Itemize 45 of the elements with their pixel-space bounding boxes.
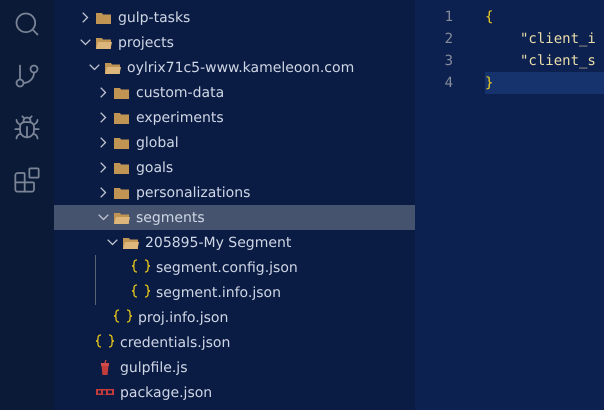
code-line: { [485,8,494,27]
folder-icon [114,136,130,150]
open-folder-icon [105,60,121,74]
tree-item[interactable]: segment.config.json [54,255,415,280]
tree-item[interactable]: segments [54,205,415,230]
line-number: 3 [444,53,453,69]
folder-icon [114,86,130,100]
cup-icon [99,360,111,376]
tree-item[interactable]: custom-data [54,80,415,105]
line-number: 1 [444,9,453,25]
code-line: "client_s [519,52,597,71]
tree-item[interactable]: proj.info.json [54,305,415,330]
tree-item[interactable]: experiments [54,105,415,130]
chevron-right-icon [100,187,107,198]
chevron-right-icon [82,12,89,23]
tree-item[interactable]: credentials.json [54,330,415,355]
line-number: 4 [444,75,453,91]
tree-item[interactable]: projects [54,30,415,55]
chevron-down-icon [89,64,100,71]
open-folder-icon [114,210,130,224]
chevron-down-icon [98,214,109,221]
folder-icon [114,160,130,174]
chevron-right-icon [100,87,107,98]
chevron-right-icon [100,162,107,173]
code-line: "client_i [519,30,597,49]
folder-icon [114,110,130,124]
tree-item[interactable]: 205895-My Segment [54,230,415,255]
tree-item[interactable]: package.json [54,380,415,405]
folder-icon [114,186,130,200]
tree-item[interactable]: global [54,130,415,155]
tree-item[interactable]: personalizations [54,180,415,205]
tree-item[interactable]: goals [54,155,415,180]
chevron-right-icon [100,137,107,148]
open-folder-icon [123,236,139,250]
line-number: 2 [444,31,453,47]
package-icon [96,389,114,396]
chevron-down-icon [80,39,91,46]
tree-item[interactable]: segment.info.json [54,280,415,305]
tree-item[interactable]: oylrix71c5-www.kameleoon.com [54,55,415,80]
chevron-right-icon [100,112,107,123]
folder-icon [96,10,112,24]
chevron-down-icon [107,239,118,246]
open-folder-icon [96,36,112,50]
tree-item[interactable]: gulpfile.js [54,355,415,380]
tree-item[interactable]: gulp-tasks [54,5,415,30]
